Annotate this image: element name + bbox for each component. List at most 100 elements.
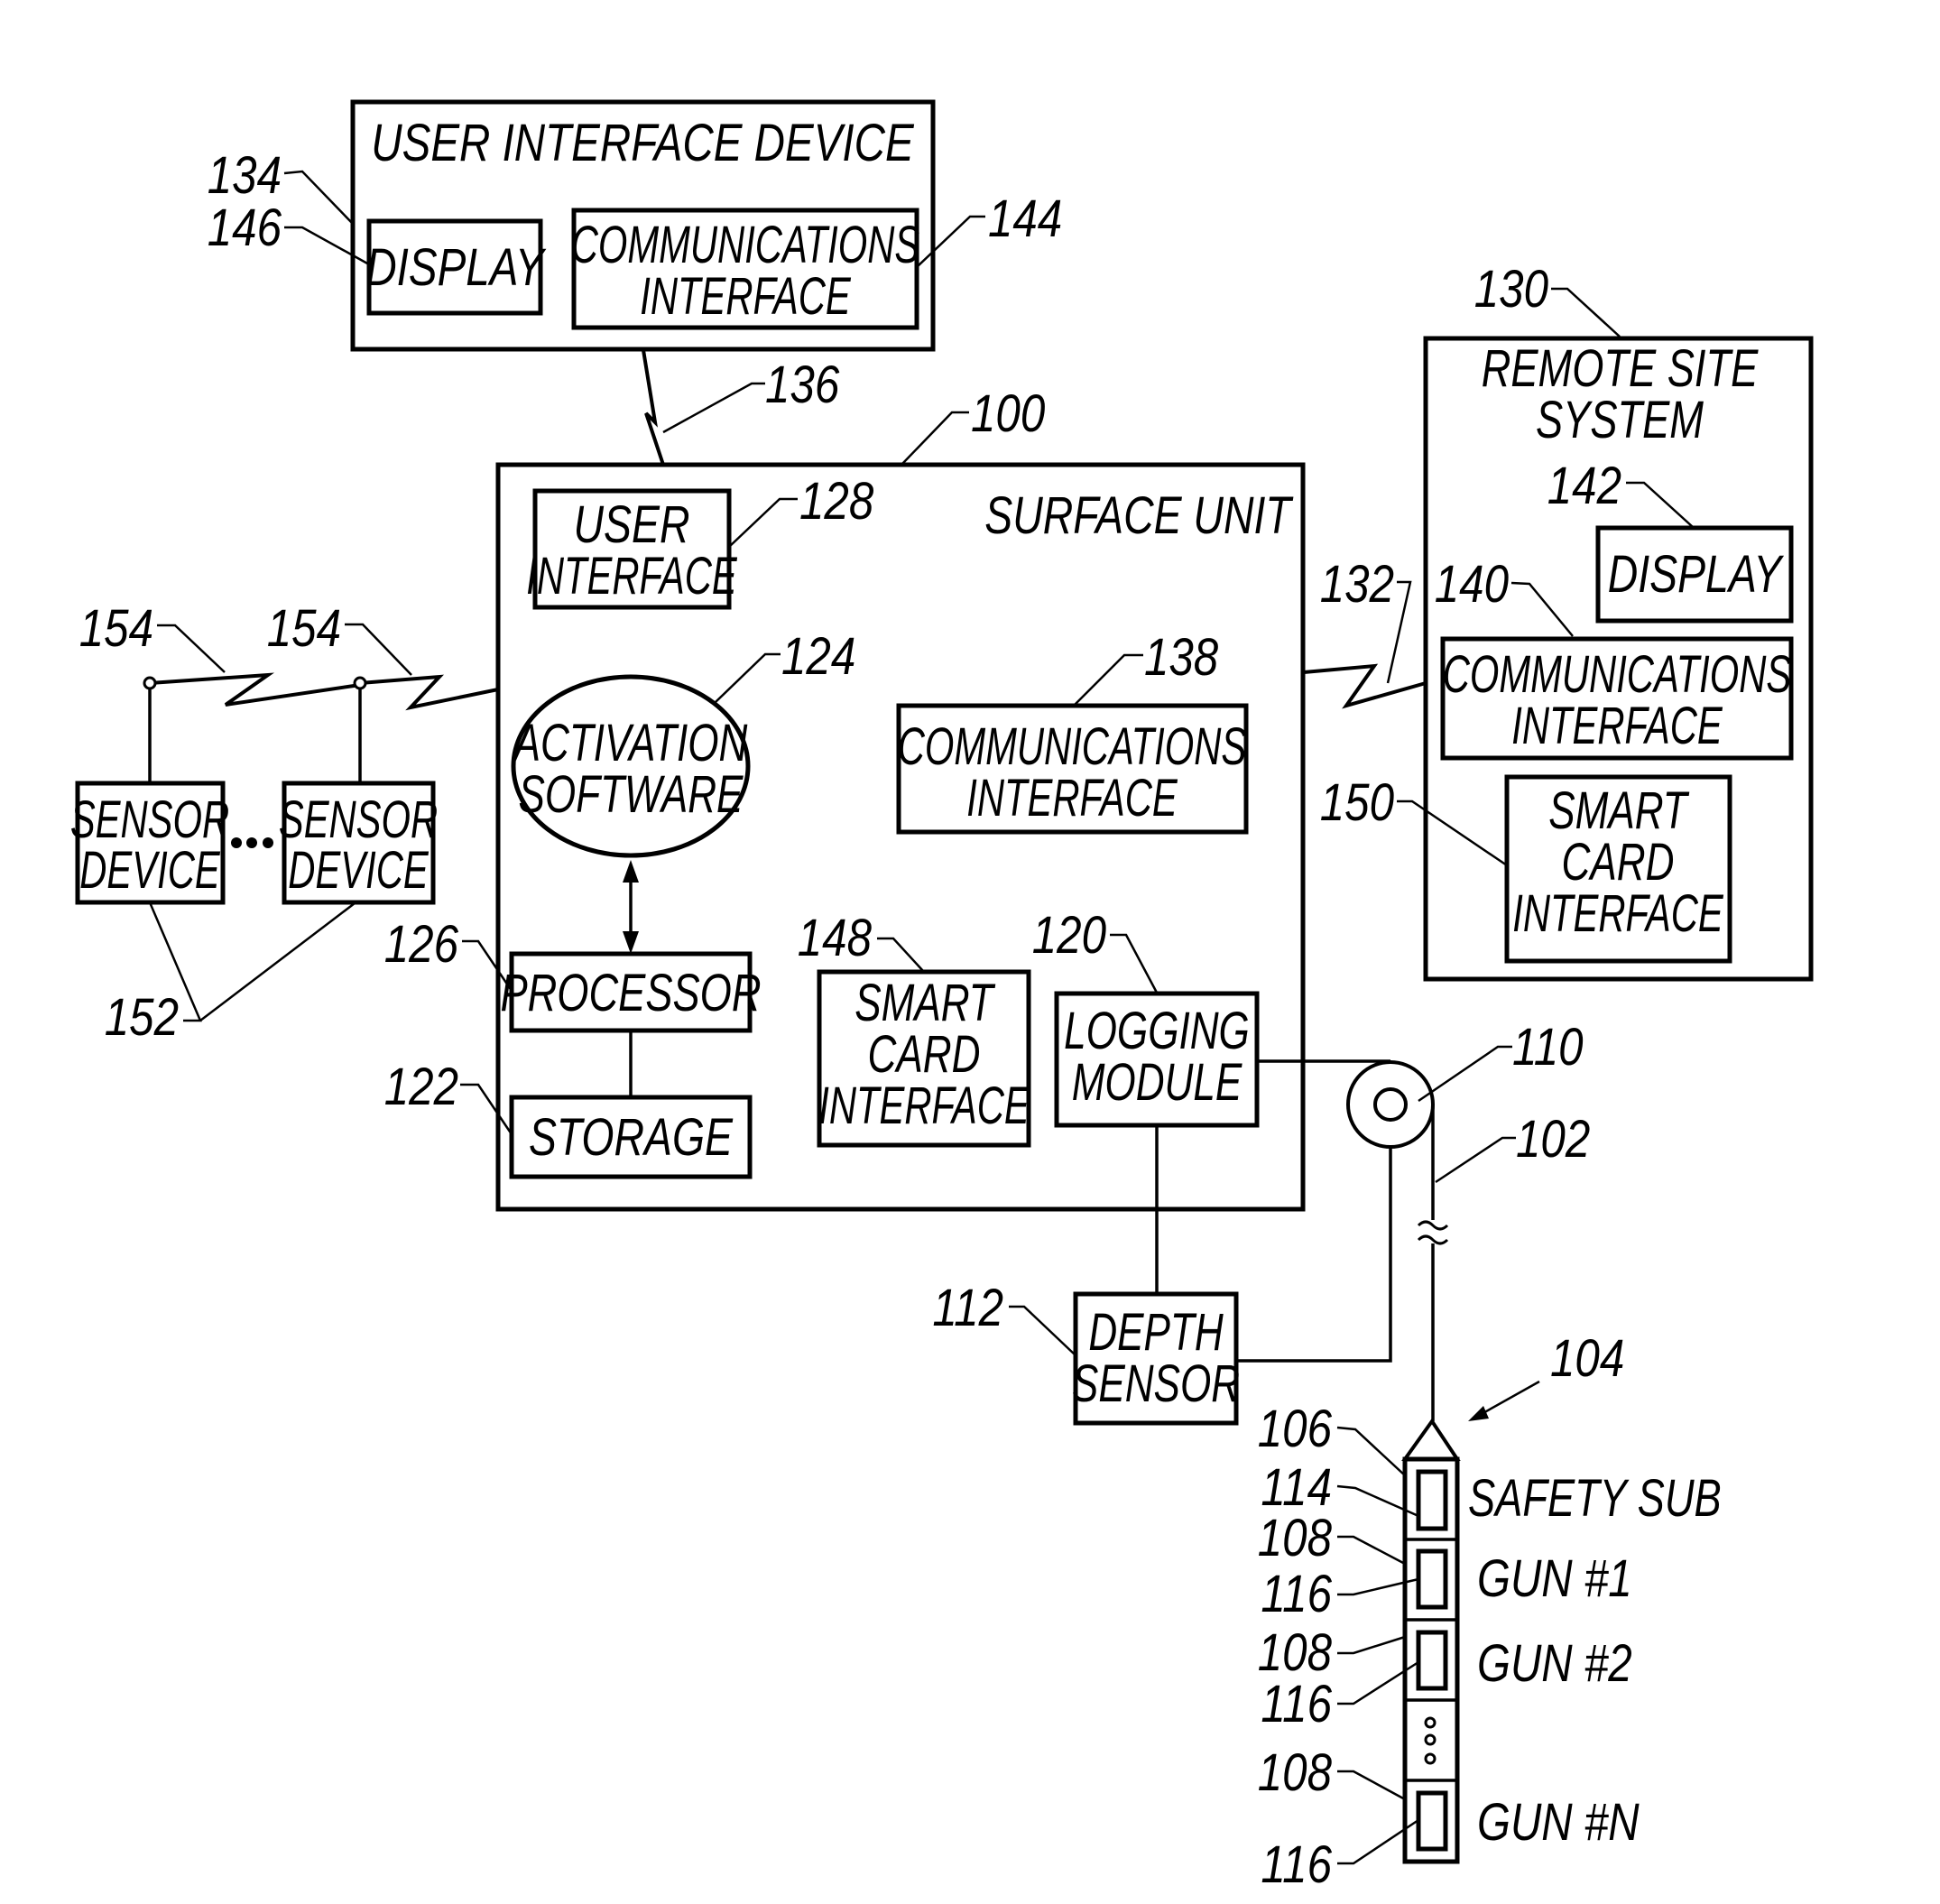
gun-2-inner (1416, 1630, 1448, 1691)
ref-134: 134 (208, 146, 282, 205)
leader-102 (1435, 1136, 1516, 1184)
cable-break-icon (1417, 1220, 1449, 1245)
sensor-network: 154 154 SENSOR DEVICE SENSOR DEVICE 152 (70, 599, 499, 1047)
continuation-dot-icon (1424, 1716, 1437, 1729)
ref-146: 146 (208, 199, 282, 257)
ref-154-a: 154 (79, 599, 153, 658)
wireless-link-132: 132 (1303, 555, 1427, 709)
remote-site-system: 130 REMOTE SITE SYSTEM DISPLAY 142 COMMU… (1320, 260, 1814, 982)
remote-site-system-line1: REMOTE SITE (1482, 340, 1760, 399)
ref-136: 136 (765, 356, 839, 414)
leader-106 (1336, 1426, 1407, 1477)
leader-108-gun-n (1337, 1770, 1406, 1801)
depth-sensor-line2: SENSOR (1072, 1354, 1240, 1412)
ui-device-comm-interface-line2: INTERFACE (640, 266, 852, 325)
leader-138 (1074, 653, 1143, 706)
ref-114: 114 (1261, 1458, 1332, 1517)
gun-1-inner (1416, 1548, 1448, 1610)
activation-software-line2: SOFTWARE (519, 764, 744, 823)
leader-144 (916, 215, 985, 268)
logging-module-line1: LOGGING (1064, 1001, 1250, 1059)
block-diagram: USER INTERFACE DEVICE DISPLAY COMMUNICAT… (70, 99, 1814, 1894)
leader-108-gun-1 (1337, 1535, 1406, 1566)
safety-sub-inner (1416, 1469, 1448, 1531)
pulley-to-depth-line (1236, 1147, 1392, 1363)
ref-120: 120 (1032, 906, 1106, 965)
ref-106: 106 (1258, 1400, 1332, 1458)
segment-label-gun-1: GUN #1 (1477, 1550, 1632, 1609)
leader-120 (1110, 933, 1159, 994)
continuation-dot-icon (1424, 1733, 1437, 1746)
surface-comm-interface-line1: COMMUNICATIONS (898, 716, 1247, 775)
ref-126: 126 (384, 915, 458, 974)
tool-body (1402, 1456, 1460, 1864)
ref-144: 144 (988, 189, 1062, 248)
ref-124: 124 (781, 627, 855, 686)
ref-154-b: 154 (267, 599, 341, 658)
continuation-dot-icon (1424, 1752, 1437, 1765)
ref-150: 150 (1320, 773, 1394, 832)
ref-148: 148 (798, 909, 872, 967)
surface-user-interface-line2: INTERFACE (526, 546, 738, 605)
ref-108-gun-n: 108 (1258, 1743, 1332, 1802)
leader-130 (1551, 287, 1621, 337)
wireless-link-136: 136 (642, 349, 839, 466)
remote-site-system-line2: SYSTEM (1536, 392, 1704, 450)
leader-152-b (199, 902, 356, 1021)
ref-104: 104 (1550, 1329, 1624, 1388)
leader-136 (662, 382, 765, 434)
ref-130: 130 (1474, 260, 1548, 319)
ref-116-gun-n: 116 (1261, 1835, 1332, 1894)
processor-label: PROCESSOR (500, 965, 761, 1023)
sensor-device-2-line2: DEVICE (288, 840, 429, 899)
pulley-hub-icon (1373, 1087, 1408, 1122)
ref-132: 132 (1320, 555, 1394, 614)
leader-122 (460, 1083, 513, 1135)
surface-smart-card-line3: INTERFACE (818, 1076, 1030, 1134)
remote-comm-interface-line2: INTERFACE (1511, 696, 1723, 754)
ellipsis-dot-icon (246, 837, 257, 848)
surface-unit: 100 SURFACE UNIT USER INTERFACE 128 ACTI… (384, 384, 1306, 1212)
remote-comm-interface-line1: COMMUNICATIONS (1443, 644, 1792, 703)
remote-display-label: DISPLAY (1608, 545, 1785, 604)
ref-140: 140 (1435, 555, 1509, 614)
bidirectional-arrow-icon (623, 860, 639, 954)
ui-device-display-label: DISPLAY (365, 239, 547, 298)
depth-sensor-line1: DEPTH (1088, 1302, 1224, 1361)
tool-string: 104 SAFETY SUB GUN #1 GUN #2 GUN #N 106 … (1258, 1329, 1722, 1894)
arrow-104-head-icon (1468, 1406, 1489, 1421)
remote-smart-card-line3: INTERFACE (1512, 883, 1724, 942)
ref-108-gun-2: 108 (1258, 1623, 1332, 1682)
leader-146 (284, 226, 370, 266)
remote-smart-card-line2: CARD (1562, 832, 1675, 891)
leader-108-gun-2 (1337, 1635, 1406, 1655)
ellipsis-dot-icon (263, 837, 273, 848)
leader-128 (728, 497, 798, 548)
lightning-bolt-icon (642, 349, 665, 466)
patent-figure: USER INTERFACE DEVICE DISPLAY COMMUNICAT… (0, 0, 1940, 1904)
ref-108-gun-1: 108 (1258, 1509, 1332, 1567)
gun-n-inner (1416, 1790, 1448, 1852)
leader-142 (1626, 481, 1694, 528)
surface-unit-title: SURFACE UNIT (984, 486, 1294, 545)
leader-140 (1510, 581, 1574, 637)
leader-112 (1009, 1305, 1076, 1356)
ui-device-comm-interface-line1: COMMUNICATIONS (571, 215, 920, 273)
leader-148 (877, 937, 924, 972)
surface-comm-interface-line2: INTERFACE (966, 768, 1178, 827)
wireline-system: 110 102 DEPTH SENSOR 112 (932, 1018, 1590, 1426)
ref-110: 110 (1512, 1018, 1584, 1077)
node-icon (143, 676, 157, 690)
arrow-104-shaft (1479, 1380, 1540, 1417)
segment-label-gun-2: GUN #2 (1477, 1635, 1632, 1694)
leader-100 (901, 411, 969, 465)
storage-label: STORAGE (529, 1108, 734, 1167)
surface-smart-card-line2: CARD (868, 1024, 981, 1083)
activation-software-line1: ACTIVATION (512, 713, 748, 772)
lightning-bolt-icon (149, 672, 361, 707)
ref-112: 112 (932, 1279, 1003, 1337)
node-icon (353, 676, 367, 690)
tool-head-icon (1401, 1418, 1461, 1461)
segment-label-gun-n: GUN #N (1477, 1794, 1640, 1853)
ref-102: 102 (1516, 1110, 1590, 1169)
